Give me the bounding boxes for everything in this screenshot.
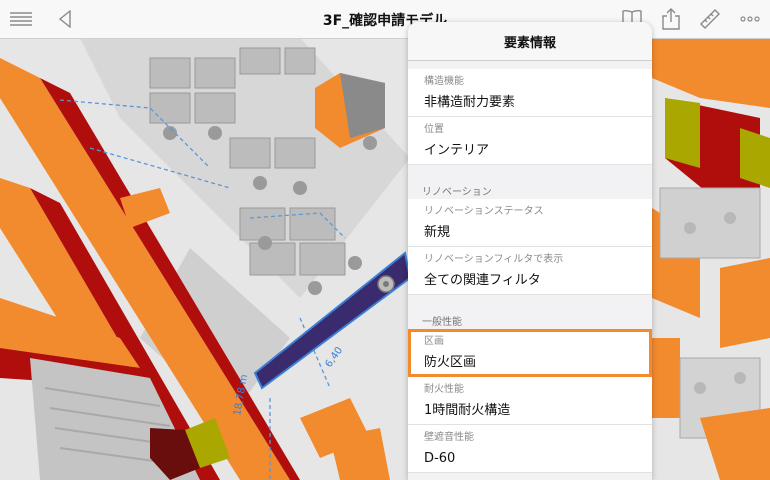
property-value: 非構造耐力要素 [424,95,516,110]
page-title: 3F_確認申請モデル [322,13,448,29]
ruler-icon[interactable] [697,6,723,32]
model-viewport[interactable]: 6,40 18,78 m [0,38,770,480]
property-value: インテリア [424,143,490,158]
property-value: 防火区画 [424,355,477,370]
property-label: 壁遮音性能 [424,432,474,443]
property-row-renovation-status[interactable]: リノベーションステータス 新規 [408,199,652,247]
share-icon[interactable] [658,6,684,32]
property-row-compartment[interactable]: 区画 防火区画 [408,329,652,377]
property-value: 1時間耐火構造 [424,403,511,418]
property-row-renovation-filter[interactable]: リノベーションフィルタで表示 全ての関連フィルタ [408,247,652,295]
property-row-fire-resistance[interactable]: 耐火性能 1時間耐火構造 [408,377,652,425]
panel-title: 要素情報 [408,22,652,61]
element-info-panel: 要素情報 構造機能 非構造耐力要素 位置 インテリア リノベーション リノベーシ… [408,22,652,480]
property-label: 構造機能 [424,76,464,87]
model-drawing: 6,40 18,78 m [0,38,770,480]
toolbar: 3F_確認申請モデル [0,0,770,39]
property-label: 耐火性能 [424,384,464,395]
property-value: 全ての関連フィルタ [424,273,541,288]
property-row-sound-insulation[interactable]: 壁遮音性能 D-60 [408,425,652,473]
more-icon[interactable] [737,6,763,32]
property-label: リノベーションステータス [424,206,544,217]
section-header-renovation: リノベーション [422,187,492,198]
property-label: 位置 [424,124,444,135]
property-value: D-60 [424,451,456,466]
property-label: リノベーションフィルタで表示 [424,254,564,265]
property-row-location[interactable]: 位置 インテリア [408,117,652,165]
property-row-structural-function[interactable]: 構造機能 非構造耐力要素 [408,69,652,117]
section-header-general: 一般性能 [422,317,462,328]
property-label: 区画 [424,336,444,347]
property-value: 新規 [424,225,451,240]
